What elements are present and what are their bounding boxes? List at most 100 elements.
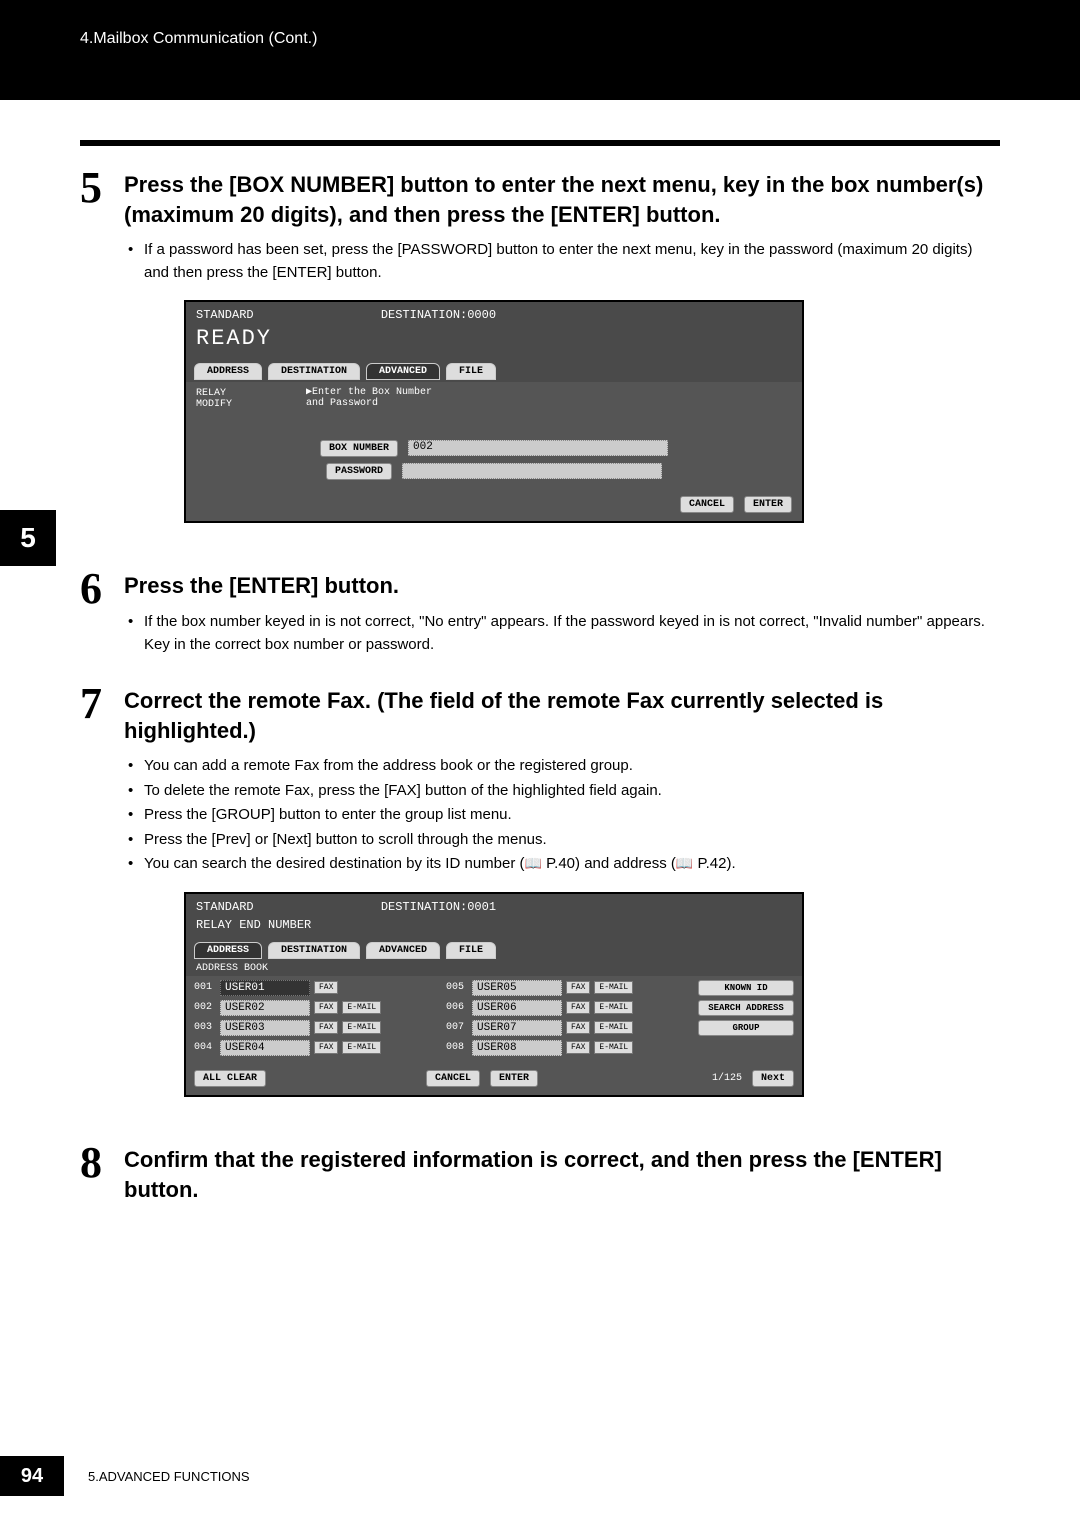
addr-row: 006 USER06 FAX E-MAIL <box>446 1000 690 1016</box>
lcd-standard: STANDARD <box>196 900 254 914</box>
enter-hint: ▶Enter the Box Number and Password <box>306 386 432 409</box>
email-button[interactable]: E-MAIL <box>342 1021 381 1034</box>
chapter-side-tab: 5 <box>0 510 56 566</box>
email-button[interactable]: E-MAIL <box>342 1041 381 1054</box>
tab-file[interactable]: FILE <box>446 363 496 380</box>
bullet: If the box number keyed in is not correc… <box>128 611 1000 656</box>
addr-id: 002 <box>194 1002 216 1013</box>
fax-button[interactable]: FAX <box>566 981 590 994</box>
lcd-destination: DESTINATION:0000 <box>381 308 496 322</box>
lcd-footer: CANCEL ENTER <box>186 490 802 521</box>
tab-address[interactable]: ADDRESS <box>194 363 262 380</box>
fax-button[interactable]: FAX <box>314 1041 338 1054</box>
step-number: 5 <box>80 166 124 543</box>
step-heading: Press the [ENTER] button. <box>124 571 1000 601</box>
email-button[interactable]: E-MAIL <box>594 1001 633 1014</box>
address-grid: 001 USER01 FAX 002 USER02 FAX E-MAIL 003 <box>186 976 802 1066</box>
email-button[interactable]: E-MAIL <box>342 1001 381 1014</box>
box-number-input[interactable]: 002 <box>408 440 668 456</box>
page-indicator: 1/125 <box>712 1073 742 1084</box>
addr-id: 007 <box>446 1022 468 1033</box>
modify-label: MODIFY <box>196 399 232 410</box>
bullet: You can add a remote Fax from the addres… <box>128 755 1000 778</box>
addr-row: 001 USER01 FAX <box>194 980 438 996</box>
addr-name[interactable]: USER08 <box>472 1040 562 1056</box>
step-body: Press the [ENTER] button. If the box num… <box>124 567 1000 658</box>
group-button[interactable]: GROUP <box>698 1020 794 1036</box>
addr-name[interactable]: USER07 <box>472 1020 562 1036</box>
addr-name[interactable]: USER03 <box>220 1020 310 1036</box>
box-number-button[interactable]: BOX NUMBER <box>320 440 398 457</box>
addr-name[interactable]: USER01 <box>220 980 310 996</box>
email-button[interactable]: E-MAIL <box>594 1021 633 1034</box>
email-button[interactable]: E-MAIL <box>594 981 633 994</box>
addr-row: 004 USER04 FAX E-MAIL <box>194 1040 438 1056</box>
addr-id: 004 <box>194 1042 216 1053</box>
addr-name[interactable]: USER02 <box>220 1000 310 1016</box>
page-header: 4.Mailbox Communication (Cont.) <box>0 0 1080 100</box>
tab-advanced[interactable]: ADVANCED <box>366 363 440 380</box>
addr-id: 006 <box>446 1002 468 1013</box>
password-button[interactable]: PASSWORD <box>326 463 392 480</box>
breadcrumb: 4.Mailbox Communication (Cont.) <box>80 30 317 47</box>
all-clear-button[interactable]: ALL CLEAR <box>194 1070 266 1087</box>
fax-button[interactable]: FAX <box>314 1021 338 1034</box>
step-number: 6 <box>80 567 124 658</box>
step-7: 7 Correct the remote Fax. (The field of … <box>80 682 1000 1117</box>
lcd-screenshot-2: STANDARD DESTINATION:0001 RELAY END NUMB… <box>184 892 804 1097</box>
bullet: You can search the desired destination b… <box>128 853 1000 876</box>
fax-button[interactable]: FAX <box>566 1001 590 1014</box>
fax-button[interactable]: FAX <box>566 1021 590 1034</box>
bullet: Press the [GROUP] button to enter the gr… <box>128 804 1000 827</box>
tab-destination[interactable]: DESTINATION <box>268 942 360 959</box>
section-rule <box>80 140 1000 146</box>
lcd-screenshot-1: STANDARD DESTINATION:0000 READY ADDRESS … <box>184 300 804 523</box>
addr-row: 002 USER02 FAX E-MAIL <box>194 1000 438 1016</box>
addr-name[interactable]: USER06 <box>472 1000 562 1016</box>
page-number: 94 <box>0 1456 64 1496</box>
addr-name[interactable]: USER04 <box>220 1040 310 1056</box>
password-input[interactable] <box>402 463 662 479</box>
tab-address[interactable]: ADDRESS <box>194 942 262 959</box>
search-address-button[interactable]: SEARCH ADDRESS <box>698 1000 794 1016</box>
password-row: PASSWORD <box>196 463 792 480</box>
lcd-body: RELAY MODIFY ▶Enter the Box Number and P… <box>186 382 802 490</box>
lcd-bottom: ALL CLEAR CANCEL ENTER 1/125 Next <box>186 1066 802 1095</box>
fax-button[interactable]: FAX <box>314 981 338 994</box>
step-bullets: You can add a remote Fax from the addres… <box>124 755 1000 876</box>
next-button[interactable]: Next <box>752 1070 794 1087</box>
bullet: If a password has been set, press the [P… <box>128 239 1000 284</box>
book-icon: 📖 <box>676 853 693 874</box>
book-icon: 📖 <box>525 853 542 874</box>
side-buttons: KNOWN ID SEARCH ADDRESS GROUP <box>698 980 794 1060</box>
step-6: 6 Press the [ENTER] button. If the box n… <box>80 567 1000 658</box>
addr-col-right: 005 USER05 FAX E-MAIL 006 USER06 FAX E-M… <box>446 980 690 1060</box>
addr-id: 001 <box>194 982 216 993</box>
tab-destination[interactable]: DESTINATION <box>268 363 360 380</box>
enter-button[interactable]: ENTER <box>490 1070 538 1087</box>
bullet-text-a: You can search the desired destination b… <box>144 855 525 872</box>
step-body: Press the [BOX NUMBER] button to enter t… <box>124 166 1000 543</box>
lcd-tabs: ADDRESS DESTINATION ADVANCED FILE <box>186 940 802 961</box>
lcd-tabs: ADDRESS DESTINATION ADVANCED FILE <box>186 361 802 382</box>
email-button[interactable]: E-MAIL <box>594 1041 633 1054</box>
addr-row: 003 USER03 FAX E-MAIL <box>194 1020 438 1036</box>
tab-file[interactable]: FILE <box>446 942 496 959</box>
fax-button[interactable]: FAX <box>566 1041 590 1054</box>
fax-button[interactable]: FAX <box>314 1001 338 1014</box>
addr-name[interactable]: USER05 <box>472 980 562 996</box>
bullet: Press the [Prev] or [Next] button to scr… <box>128 829 1000 852</box>
addr-row: 007 USER07 FAX E-MAIL <box>446 1020 690 1036</box>
step-bullets: If a password has been set, press the [P… <box>124 239 1000 284</box>
boxnum-row: BOX NUMBER 002 <box>196 440 792 457</box>
addr-id: 005 <box>446 982 468 993</box>
lcd-destination: DESTINATION:0001 <box>381 900 496 914</box>
cancel-button[interactable]: CANCEL <box>680 496 734 513</box>
known-id-button[interactable]: KNOWN ID <box>698 980 794 996</box>
enter-button[interactable]: ENTER <box>744 496 792 513</box>
step-5: 5 Press the [BOX NUMBER] button to enter… <box>80 166 1000 543</box>
tab-advanced[interactable]: ADVANCED <box>366 942 440 959</box>
addr-id: 003 <box>194 1022 216 1033</box>
step-bullets: If the box number keyed in is not correc… <box>124 611 1000 656</box>
cancel-button[interactable]: CANCEL <box>426 1070 480 1087</box>
